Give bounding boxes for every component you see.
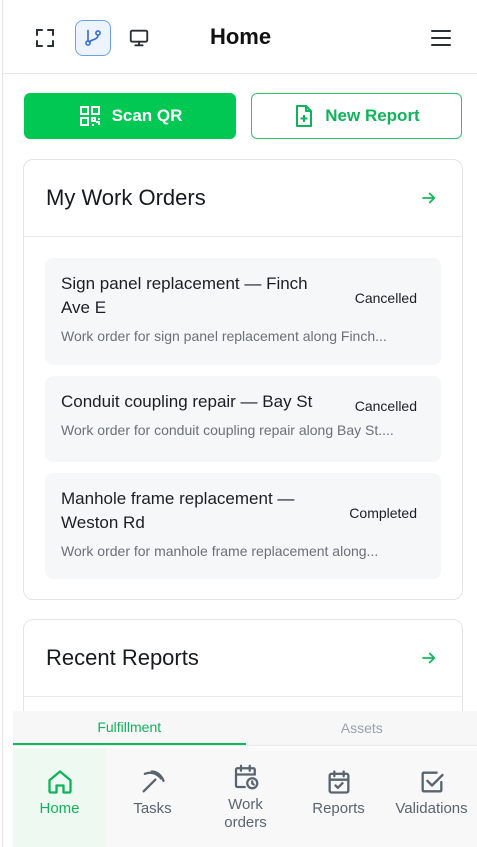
- work-order-item[interactable]: Sign panel replacement — Finch Ave E Can…: [45, 258, 441, 365]
- checkbox-icon: [418, 768, 446, 796]
- qr-code-icon: [78, 104, 102, 128]
- nav-tasks-label: Tasks: [133, 800, 172, 817]
- new-report-label: New Report: [325, 106, 420, 125]
- recent-reports-card: Recent Reports: [23, 619, 463, 719]
- work-order-list: Sign panel replacement — Finch Ave E Can…: [24, 237, 462, 579]
- work-order-item[interactable]: Conduit coupling repair — Bay St Cancell…: [45, 376, 441, 462]
- tab-fulfillment[interactable]: Fulfillment: [13, 711, 246, 745]
- arrow-right-icon[interactable]: [420, 649, 438, 667]
- app-shell: Home Scan QR New Report My Work Orders S…: [2, 0, 477, 847]
- arrow-right-icon[interactable]: [420, 189, 438, 207]
- work-order-description: Work order for manhole frame replacement…: [61, 543, 379, 559]
- menu-icon[interactable]: [423, 20, 459, 56]
- work-orders-card: My Work Orders Sign panel replacement — …: [23, 159, 463, 600]
- scan-qr-button[interactable]: Scan QR: [24, 93, 236, 139]
- nav-home-label: Home: [39, 800, 80, 817]
- scan-qr-label: Scan QR: [111, 106, 183, 125]
- work-order-status: Completed: [349, 505, 417, 521]
- section-tabs: Fulfillment Assets: [13, 711, 477, 746]
- work-orders-title: My Work Orders: [46, 185, 206, 210]
- work-order-title: Conduit coupling repair — Bay St: [61, 392, 313, 411]
- nav-work-orders[interactable]: Work orders: [199, 748, 292, 847]
- work-order-status: Cancelled: [354, 290, 417, 306]
- nav-validations-label: Validations: [395, 800, 468, 817]
- recent-reports-header: Recent Reports: [24, 620, 462, 697]
- bottom-nav: Home Tasks Work orders Reports Validatio…: [13, 748, 477, 847]
- home-icon: [46, 768, 74, 796]
- work-orders-header: My Work Orders: [24, 160, 462, 237]
- file-plus-icon: [293, 104, 315, 128]
- recent-reports-title: Recent Reports: [46, 645, 199, 670]
- work-order-description: Work order for sign panel replacement al…: [61, 328, 387, 344]
- calendar-clock-icon: [231, 762, 261, 792]
- top-header: Home: [3, 0, 477, 74]
- nav-reports[interactable]: Reports: [292, 748, 385, 847]
- work-order-status: Cancelled: [354, 398, 417, 414]
- nav-reports-label: Reports: [312, 800, 365, 817]
- new-report-button[interactable]: New Report: [251, 93, 462, 139]
- work-order-title: Sign panel replacement — Finch Ave E: [61, 274, 308, 317]
- page-title: Home: [209, 24, 272, 49]
- work-order-description: Work order for conduit coupling repair a…: [61, 422, 394, 438]
- tab-assets[interactable]: Assets: [246, 711, 477, 745]
- calendar-check-icon: [325, 768, 353, 796]
- nav-validations[interactable]: Validations: [385, 748, 477, 847]
- work-order-title: Manhole frame replacement — Weston Rd: [61, 489, 295, 532]
- work-order-item[interactable]: Manhole frame replacement — Weston Rd Co…: [45, 473, 441, 579]
- pickaxe-icon: [139, 768, 167, 796]
- nav-tasks[interactable]: Tasks: [106, 748, 199, 847]
- nav-home[interactable]: Home: [13, 748, 106, 847]
- nav-work-orders-label: Work orders: [224, 796, 267, 831]
